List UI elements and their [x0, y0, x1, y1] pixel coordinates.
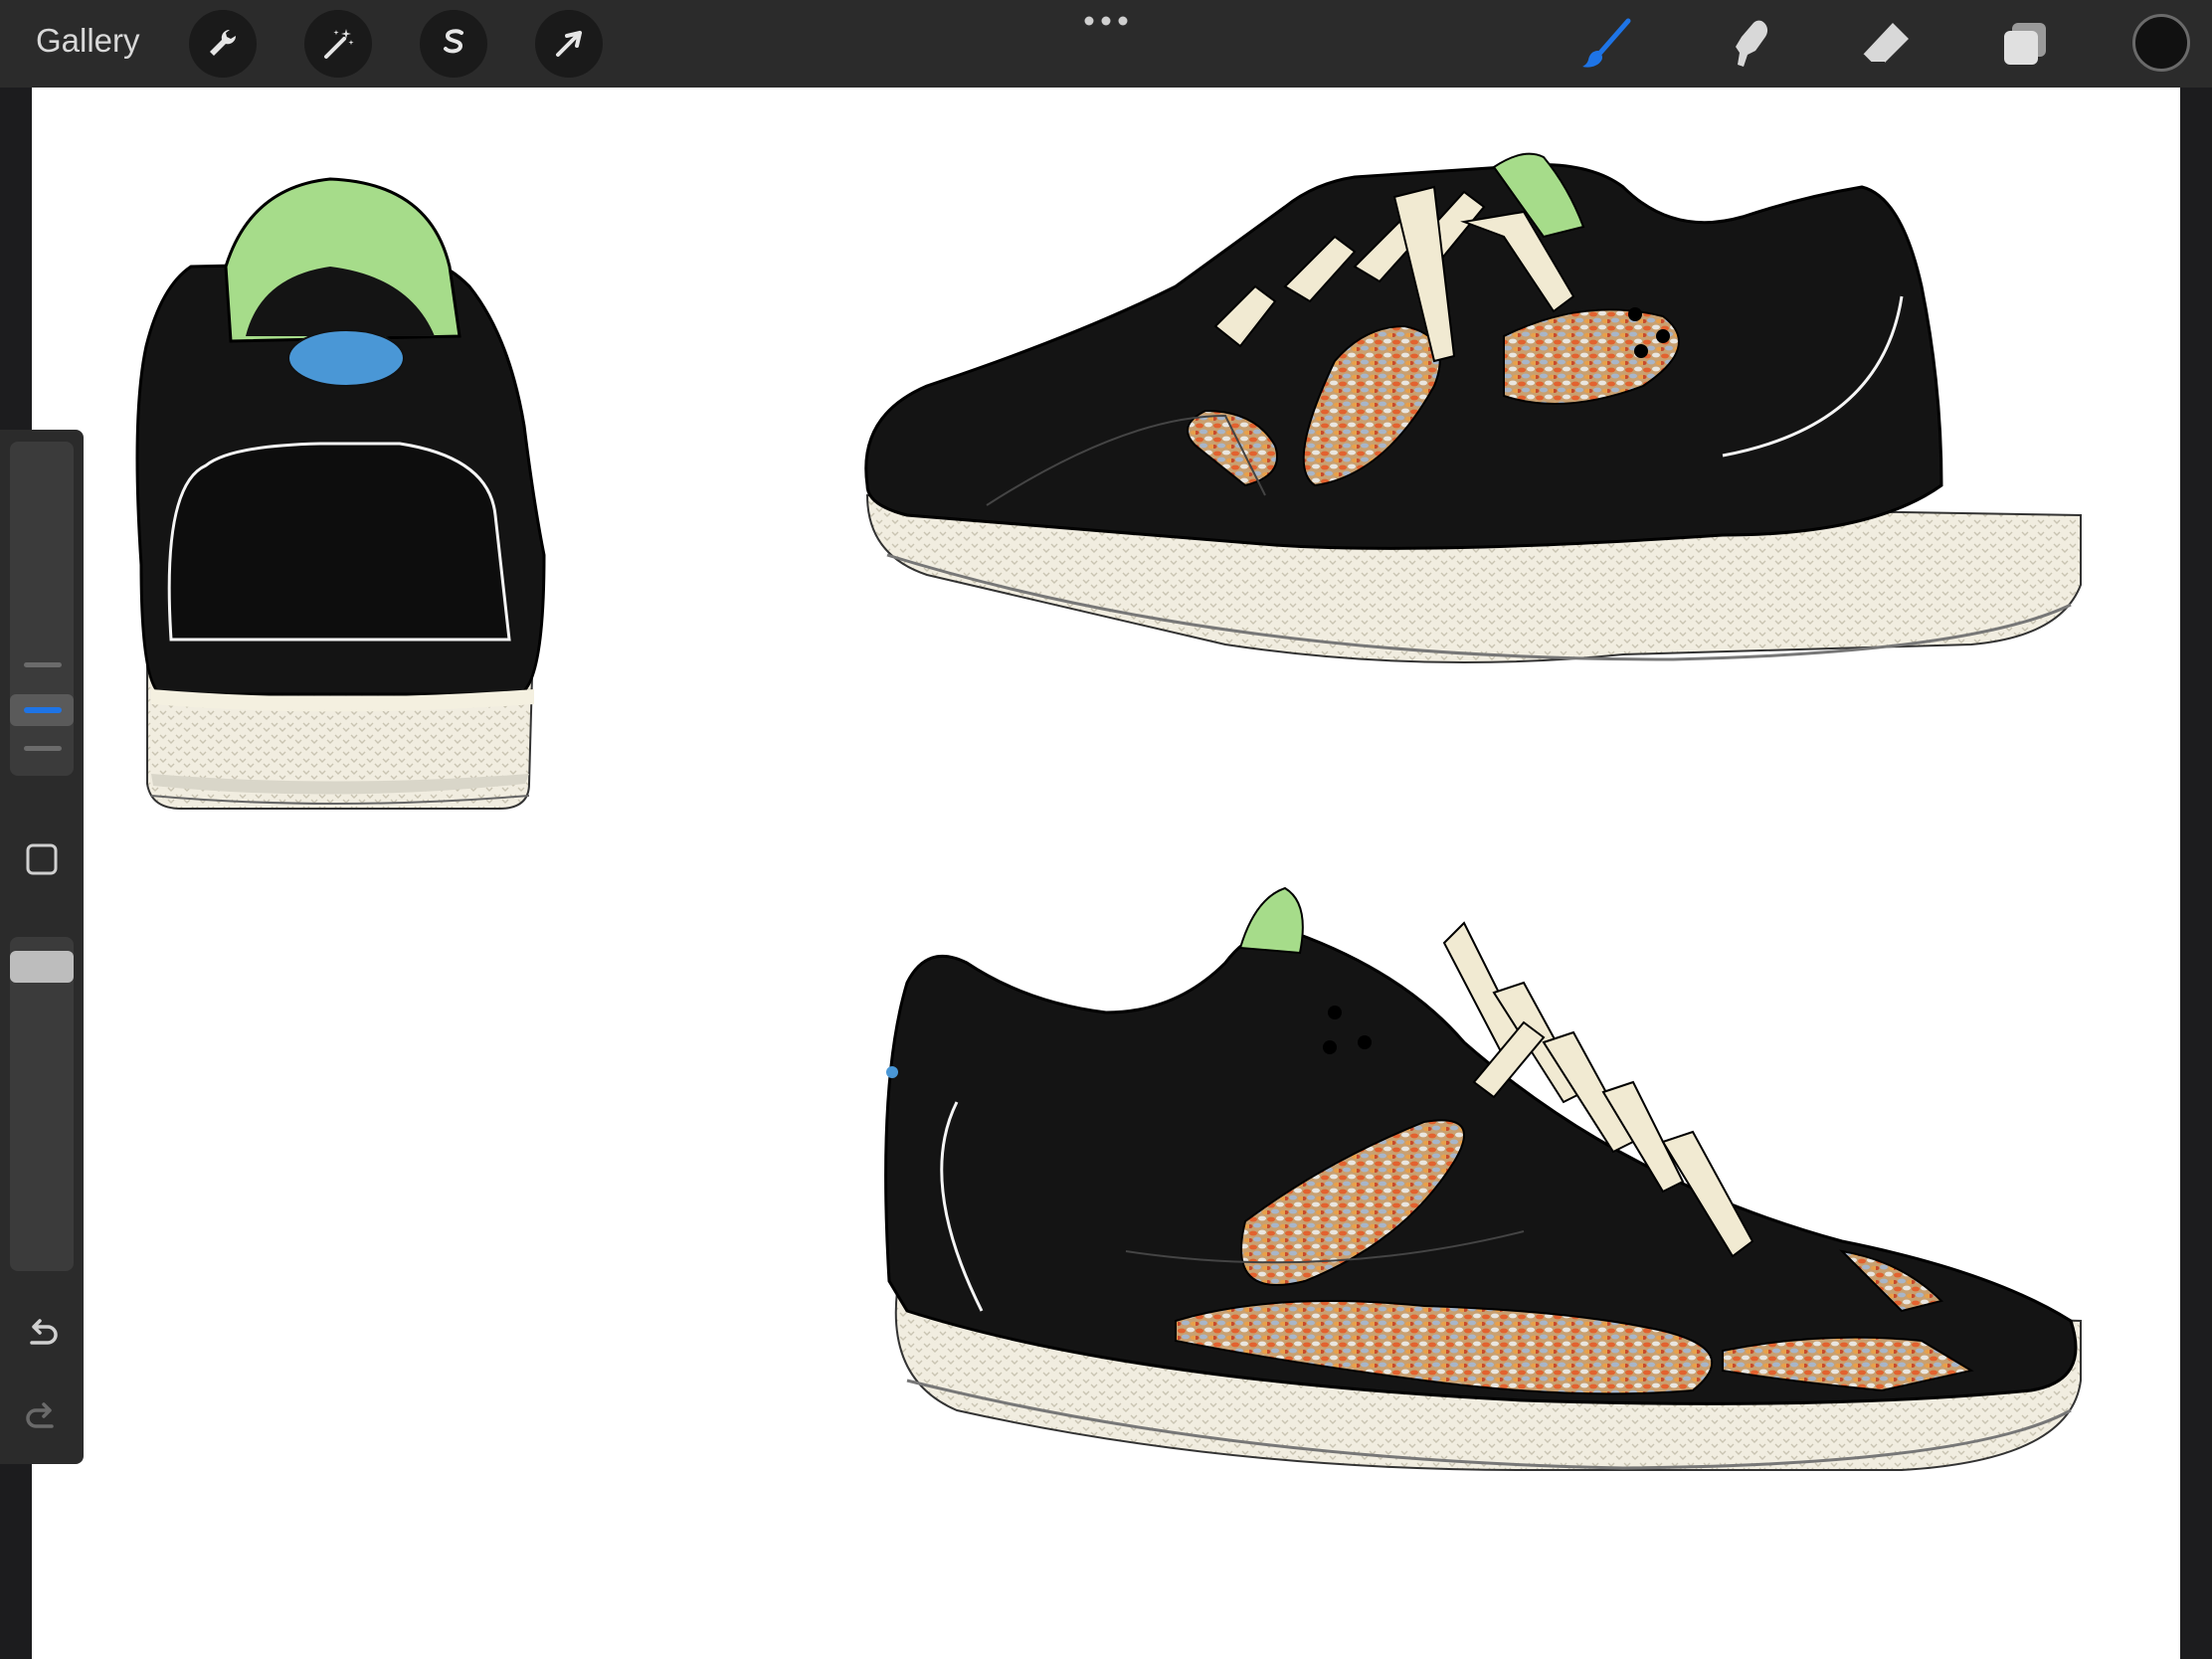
smudge-button[interactable]: [1717, 14, 1776, 74]
selection-icon: [444, 29, 463, 54]
layers-icon: [2004, 23, 2046, 65]
top-toolbar: Gallery: [0, 0, 2212, 88]
slider-tick: [24, 662, 62, 667]
modify-button[interactable]: [0, 831, 84, 887]
actions-button[interactable]: [189, 10, 257, 78]
wrench-icon: [210, 29, 237, 56]
color-picker-button[interactable]: [2132, 14, 2190, 72]
brush-size-slider[interactable]: [10, 442, 74, 776]
sneaker-back-view: [135, 177, 546, 810]
drawing-canvas[interactable]: [32, 88, 2180, 1659]
square-icon: [26, 843, 58, 875]
undo-icon: [30, 1319, 58, 1345]
sneaker-side-view-lower: [884, 886, 2082, 1471]
selection-button[interactable]: [420, 10, 487, 78]
more-dots-icon[interactable]: [1082, 14, 1130, 28]
left-sidebar: [0, 430, 84, 1464]
brush-button[interactable]: [1577, 14, 1637, 74]
smudge-icon: [1736, 20, 1768, 67]
eraser-icon: [1862, 23, 1909, 64]
adjustments-button[interactable]: [304, 10, 372, 78]
slider-tick: [24, 746, 62, 751]
undo-button[interactable]: [0, 1307, 84, 1363]
redo-icon: [26, 1402, 54, 1428]
brush-icon: [1582, 18, 1631, 68]
transform-arrow-icon: [556, 31, 582, 57]
magic-wand-icon: [324, 29, 354, 59]
eraser-button[interactable]: [1856, 14, 1916, 74]
opacity-thumb[interactable]: [10, 951, 74, 983]
redo-button[interactable]: [0, 1390, 84, 1446]
gallery-button[interactable]: Gallery: [36, 22, 140, 60]
layers-button[interactable]: [1995, 14, 2055, 74]
opacity-slider[interactable]: [10, 937, 74, 1271]
sneaker-side-view-upper: [864, 152, 2082, 663]
transform-button[interactable]: [535, 10, 603, 78]
sneaker-artwork: [135, 152, 2082, 1471]
brush-size-thumb[interactable]: [10, 694, 74, 726]
